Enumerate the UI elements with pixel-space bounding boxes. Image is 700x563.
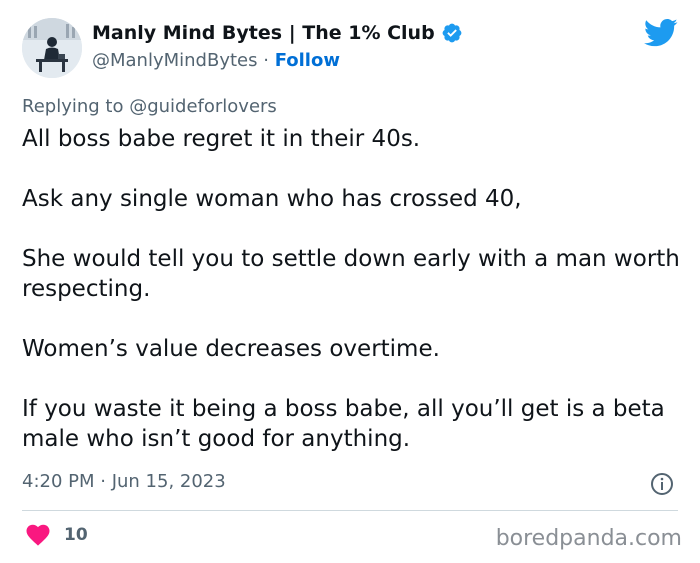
replying-prefix: Replying to bbox=[22, 96, 130, 117]
avatar[interactable] bbox=[22, 18, 82, 78]
replying-to-line: Replying to @guideforlovers bbox=[22, 96, 277, 117]
follow-link[interactable]: Follow bbox=[275, 50, 340, 71]
watermark: boredpanda.com bbox=[495, 526, 682, 551]
divider bbox=[22, 510, 678, 511]
handle-separator: · bbox=[263, 50, 269, 71]
author-name-row: Manly Mind Bytes | The 1% Club bbox=[92, 22, 463, 44]
tweet-paragraph: She would tell you to settle down early … bbox=[22, 246, 680, 302]
like-count: 10 bbox=[64, 525, 88, 545]
verified-badge-icon bbox=[442, 23, 462, 43]
author-handle[interactable]: @ManlyMindBytes bbox=[92, 50, 258, 71]
author-display-name[interactable]: Manly Mind Bytes | The 1% Club bbox=[92, 22, 435, 44]
tweet-paragraph: Women’s value decreases overtime. bbox=[22, 336, 440, 362]
reply-target-link[interactable]: @guideforlovers bbox=[129, 96, 277, 117]
like-button[interactable]: 10 bbox=[26, 524, 88, 546]
tweet-paragraph: All boss babe regret it in their 40s. bbox=[22, 126, 421, 152]
twitter-bird-icon[interactable] bbox=[644, 18, 678, 48]
tweet-text: All boss babe regret it in their 40s. As… bbox=[22, 124, 682, 454]
tweet-paragraph: Ask any single woman who has crossed 40, bbox=[22, 186, 522, 212]
info-icon[interactable] bbox=[650, 472, 674, 496]
tweet-timestamp[interactable]: 4:20 PM · Jun 15, 2023 bbox=[22, 471, 226, 492]
author-handle-row: @ManlyMindBytes · Follow bbox=[92, 50, 340, 71]
tweet-paragraph: If you waste it being a boss babe, all y… bbox=[22, 396, 665, 452]
person-at-desk-icon bbox=[22, 18, 82, 78]
heart-icon bbox=[26, 524, 50, 546]
